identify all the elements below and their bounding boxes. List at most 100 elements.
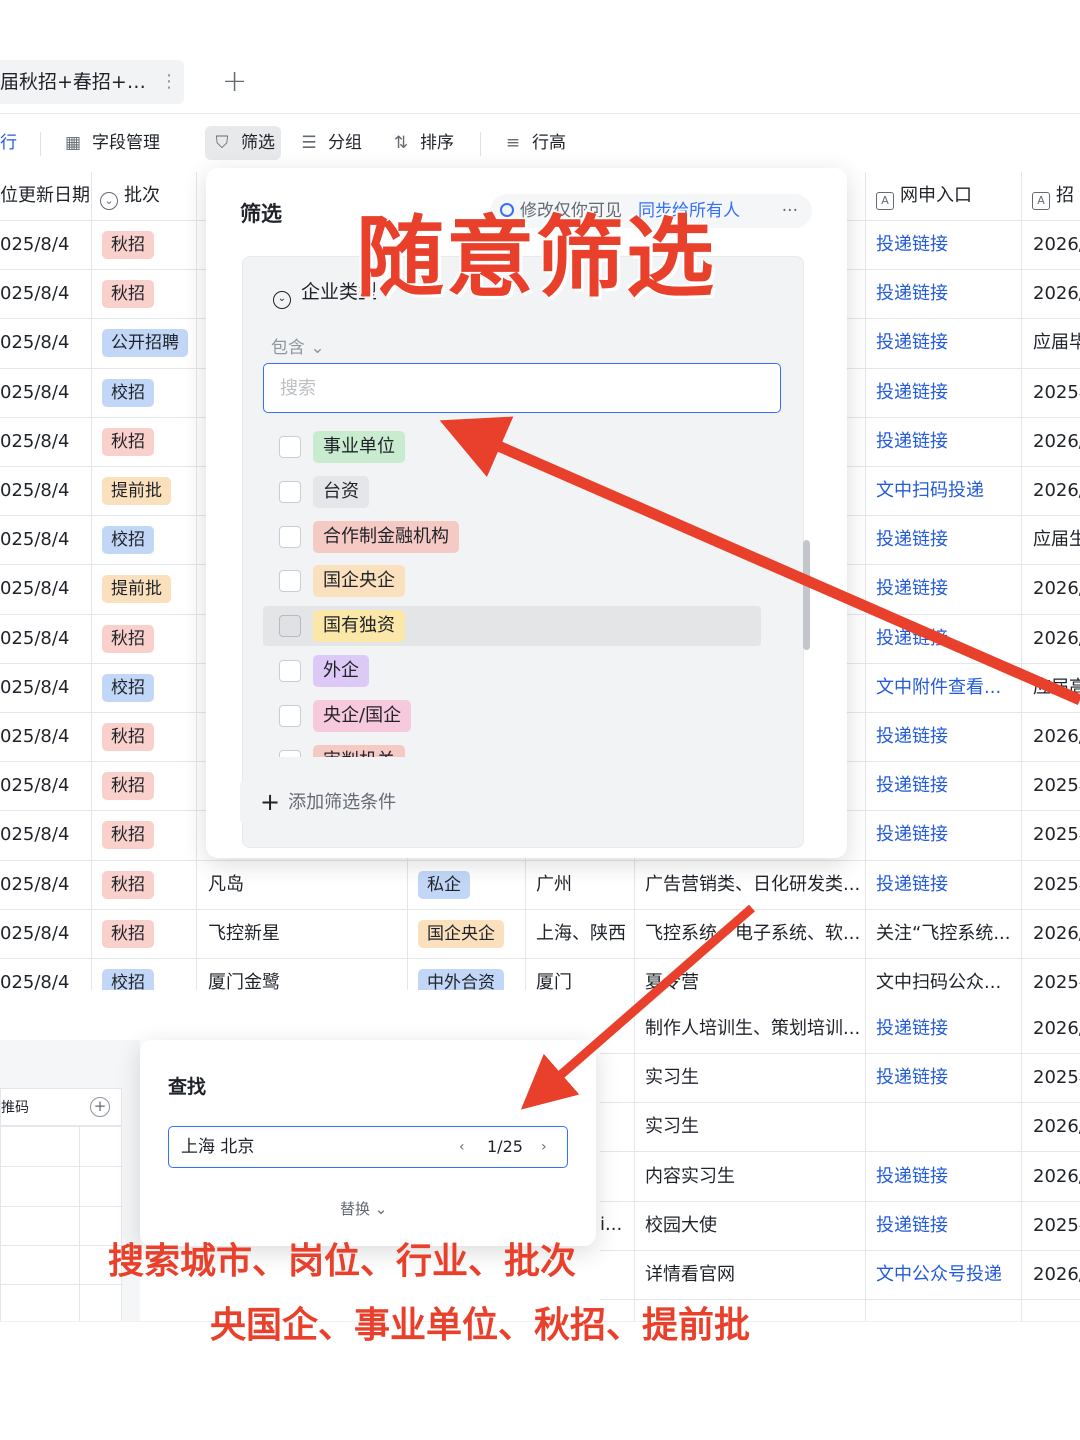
- grid-cell-date[interactable]: 025/8/4: [0, 368, 69, 417]
- grid-cell-batch[interactable]: 校招: [102, 515, 154, 564]
- grid-cell-date[interactable]: 025/8/4: [0, 269, 69, 318]
- grid-cell-apply[interactable]: 投递链接: [876, 417, 948, 466]
- checkbox[interactable]: [279, 704, 301, 727]
- grid-cell-city[interactable]: 上海、陕西: [536, 909, 626, 958]
- header-date[interactable]: 位更新日期: [0, 172, 90, 220]
- grid-cell-year[interactable]: 2025年: [1033, 368, 1080, 417]
- grid-cell-apply[interactable]: 投递链接: [876, 269, 948, 318]
- add-field-icon[interactable]: +: [90, 1097, 110, 1117]
- group-button[interactable]: ☰ 分组: [298, 126, 362, 160]
- grid-cell-date[interactable]: 025/8/4: [0, 712, 69, 761]
- find-input[interactable]: 上海 北京 ‹ 1/25 ›: [168, 1126, 568, 1168]
- replace-toggle[interactable]: 替换 ⌄: [340, 1198, 387, 1219]
- add-tab-button[interactable]: +: [222, 62, 247, 102]
- grid-cell-year[interactable]: 2026/: [1033, 564, 1080, 613]
- grid-cell-type[interactable]: 私企: [418, 860, 470, 909]
- grid-cell-company[interactable]: 飞控新星: [208, 909, 280, 958]
- grid-cell-year[interactable]: 应届毕: [1033, 318, 1080, 367]
- grid-cell-apply[interactable]: 投递链接: [876, 614, 948, 663]
- scrollbar[interactable]: [803, 540, 810, 650]
- header-apply[interactable]: A 网申入口: [876, 172, 972, 220]
- grid-cell-date[interactable]: 025/8/4: [0, 909, 69, 958]
- grid-cell-apply[interactable]: 投递链接: [876, 1201, 948, 1250]
- checkbox[interactable]: [279, 525, 301, 548]
- next-match-button[interactable]: ›: [541, 1127, 547, 1167]
- grid-cell-batch[interactable]: 秋招: [102, 220, 154, 269]
- grid-cell-batch[interactable]: 秋招: [102, 761, 154, 810]
- grid-cell-date[interactable]: 025/8/4: [0, 810, 69, 859]
- grid-cell-year[interactable]: 2026/: [1033, 614, 1080, 663]
- grid-cell-position[interactable]: 详情看官网: [645, 1250, 735, 1299]
- filter-option[interactable]: 外企: [263, 651, 761, 691]
- grid-cell-apply[interactable]: 投递链接: [876, 712, 948, 761]
- grid-cell-apply[interactable]: 文中扫码投递: [876, 466, 984, 515]
- grid-cell-city[interactable]: 广州: [536, 860, 572, 909]
- grid-cell-year[interactable]: 应届高: [1033, 663, 1080, 712]
- grid-cell-date[interactable]: 025/8/4: [0, 761, 69, 810]
- grid-cell-type[interactable]: 国企央企: [418, 909, 504, 958]
- grid-cell-apply[interactable]: 投递链接: [876, 1004, 948, 1053]
- grid-cell-apply[interactable]: 投递链接: [876, 564, 948, 613]
- grid-cell-apply[interactable]: 投递链接: [876, 515, 948, 564]
- more-icon[interactable]: ···: [782, 194, 798, 228]
- prev-match-button[interactable]: ‹: [459, 1127, 465, 1167]
- grid-cell-date[interactable]: 025/8/4: [0, 564, 69, 613]
- grid-cell-apply[interactable]: 投递链接: [876, 318, 948, 367]
- grid-cell-batch[interactable]: 校招: [102, 368, 154, 417]
- filter-option[interactable]: 国企央企: [263, 561, 761, 601]
- grid-cell-year[interactable]: 2025-: [1033, 1201, 1080, 1250]
- grid-cell-apply[interactable]: 投递链接: [876, 220, 948, 269]
- grid-cell-year[interactable]: 2025年: [1033, 860, 1080, 909]
- tab-more-icon[interactable]: ⋮: [160, 60, 178, 104]
- grid-cell-year[interactable]: 2026/: [1033, 712, 1080, 761]
- grid-cell-apply[interactable]: 文中附件查看...: [876, 663, 1001, 712]
- filter-operator-dropdown[interactable]: 包含 ⌄: [271, 333, 325, 358]
- grid-cell-batch[interactable]: 提前批: [102, 466, 171, 515]
- grid-cell-date[interactable]: 025/8/4: [0, 466, 69, 515]
- grid-cell-apply[interactable]: 文中公众号投递: [876, 1250, 1002, 1299]
- grid-cell-company[interactable]: 凡岛: [208, 860, 244, 909]
- grid-cell-date[interactable]: 025/8/4: [0, 663, 69, 712]
- header-batch[interactable]: ⌄ 批次: [100, 172, 160, 220]
- grid-cell-apply[interactable]: 投递链接: [876, 761, 948, 810]
- grid-cell-year[interactable]: 2025年: [1033, 761, 1080, 810]
- grid-cell-position[interactable]: 实习生: [645, 1102, 699, 1151]
- grid-cell-apply[interactable]: 投递链接: [876, 1152, 948, 1201]
- filter-option[interactable]: 事业单位: [263, 427, 761, 467]
- sort-button[interactable]: ⇅ 排序: [390, 126, 454, 160]
- grid-cell-position[interactable]: 广告营销类、日化研发类...: [645, 860, 860, 909]
- grid-cell-year[interactable]: 2026/: [1033, 220, 1080, 269]
- checkbox[interactable]: [279, 749, 301, 757]
- grid-cell-batch[interactable]: 秋招: [102, 417, 154, 466]
- grid-cell-apply[interactable]: 文中扫码公众...: [876, 958, 1001, 990]
- grid-cell-date[interactable]: 025/8/4: [0, 614, 69, 663]
- grid-cell-year[interactable]: 2026/: [1033, 909, 1080, 958]
- filter-option[interactable]: 审判机关: [263, 741, 761, 757]
- grid-cell-batch[interactable]: 秋招: [102, 269, 154, 318]
- grid-cell-position[interactable]: 校园大使: [645, 1201, 717, 1250]
- checkbox[interactable]: [279, 570, 301, 593]
- header-recruit[interactable]: A招: [1032, 172, 1074, 220]
- filter-option[interactable]: 合作制金融机构: [263, 517, 761, 557]
- filter-option[interactable]: 台资: [263, 472, 761, 512]
- grid-cell-truncated[interactable]: i...: [600, 1200, 622, 1249]
- row-height-button[interactable]: ≡ 行高: [502, 126, 566, 160]
- grid-cell-city[interactable]: 厦门: [536, 958, 572, 990]
- grid-cell-apply[interactable]: 关注“飞控系统...: [876, 909, 1011, 958]
- grid-cell-year[interactable]: 2026/: [1033, 466, 1080, 515]
- grid-cell-date[interactable]: 025/8/4: [0, 417, 69, 466]
- grid-cell-year[interactable]: 2026/: [1033, 1250, 1080, 1299]
- grid-cell-year[interactable]: 应届生: [1033, 515, 1080, 564]
- grid-cell-position[interactable]: 制作人培训生、策划培训...: [645, 1004, 860, 1053]
- filter-option[interactable]: 国有独资: [263, 606, 761, 647]
- grid-cell-year[interactable]: 2026/: [1033, 417, 1080, 466]
- close-icon[interactable]: ×: [544, 1070, 561, 1094]
- grid-cell-batch[interactable]: 秋招: [102, 909, 154, 958]
- filter-option[interactable]: 央企/国企: [263, 696, 761, 736]
- toolbar-row-button[interactable]: 行: [0, 126, 17, 160]
- checkbox[interactable]: [279, 480, 301, 503]
- grid-cell-type[interactable]: 中外合资: [418, 958, 504, 990]
- grid-cell-position[interactable]: 内容实习生: [645, 1152, 735, 1201]
- grid-cell-apply[interactable]: 投递链接: [876, 368, 948, 417]
- grid-cell-date[interactable]: 025/8/4: [0, 958, 69, 990]
